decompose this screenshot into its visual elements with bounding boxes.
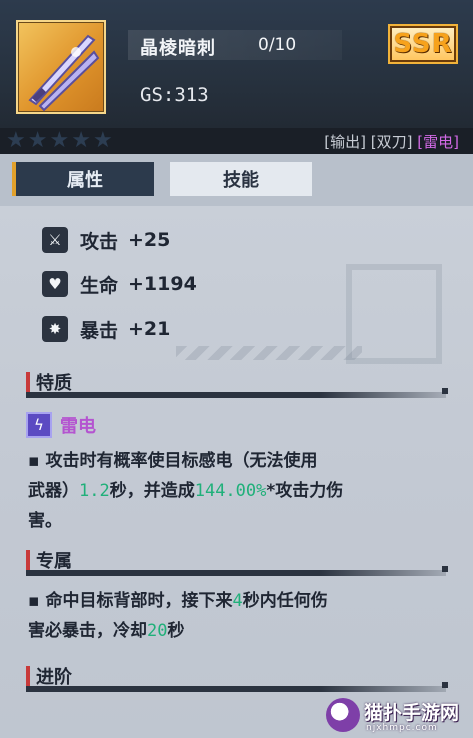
burst-icon: ✸	[42, 316, 68, 342]
desc-text: 攻击时有概率使目标感电（无法使用	[45, 451, 318, 471]
site-name: 猫扑手游网	[364, 702, 460, 724]
tab-bar: 属性 技能	[0, 154, 473, 206]
stat-value: +25	[128, 229, 171, 251]
divider-end-mark	[442, 388, 448, 394]
tag-output: [输出]	[324, 133, 366, 151]
trait-name: 雷电	[60, 416, 96, 437]
trait-name-row: ϟ 雷电	[26, 412, 96, 438]
desc-text: 秒，并造成	[109, 481, 195, 501]
site-url: njxhmpc.com	[366, 723, 438, 733]
divider-end-mark	[442, 682, 448, 688]
desc-line: ▪ 命中目标背部时，接下来4秒内任何伤	[28, 591, 328, 611]
tag-thunder: [雷电]	[417, 133, 459, 151]
section-divider	[26, 566, 448, 576]
stat-value: +1194	[128, 273, 197, 295]
star-icon: ★	[49, 128, 70, 153]
section-traits: 特质	[26, 370, 446, 394]
stat-row-crit: ✸ 暴击 +21	[42, 315, 170, 343]
attributes-panel: ⚔ 攻击 +25 ♥ 生命 +1194 ✸ 暴击 +21 特质 ϟ 雷电 ▪ 攻…	[0, 206, 473, 738]
star-rating: ★ ★ ★ ★ ★	[6, 129, 113, 153]
stat-label: 暴击	[80, 319, 119, 342]
heart-icon: ♥	[42, 271, 68, 297]
section-marker	[26, 550, 30, 570]
desc-line: 武器）1.2秒，并造成144.00%*攻击力伤	[28, 476, 428, 506]
stat-row-attack: ⚔ 攻击 +25	[42, 226, 170, 254]
background-stripes	[176, 346, 362, 360]
section-advance: 进阶	[26, 664, 446, 688]
weapon-level: 0/10	[258, 35, 297, 55]
section-marker	[26, 372, 30, 392]
star-icon: ★	[71, 128, 91, 153]
lightning-icon: ϟ	[26, 412, 52, 438]
site-watermark: 猫扑手游网 njxhmpc.com	[322, 694, 472, 738]
desc-text: 武器）	[28, 481, 79, 501]
star-icon: ★	[92, 128, 113, 153]
star-icon: ★	[6, 128, 26, 153]
trait-description: ▪ 攻击时有概率使目标感电（无法使用 武器）1.2秒，并造成144.00%*攻击…	[28, 446, 428, 536]
stat-label: 生命	[80, 274, 119, 297]
tab-skills[interactable]: 技能	[170, 162, 312, 196]
stat-row-health: ♥ 生命 +1194	[42, 270, 197, 298]
section-divider	[26, 682, 448, 692]
cooldown-value: 20	[147, 621, 168, 641]
section-marker	[26, 666, 30, 686]
desc-text: 秒	[167, 621, 185, 641]
gear-score: GS:313	[140, 84, 209, 106]
weapon-header: 晶棱暗刺 0/10 GS:313 SSR	[0, 0, 473, 128]
desc-text: 命中目标背部时，接下来	[45, 591, 233, 611]
weapon-tags: [输出] [双刀] [雷电]	[324, 131, 459, 152]
tab-attributes[interactable]: 属性	[12, 162, 154, 196]
rarity-label: SSR	[393, 29, 453, 59]
star-tag-strip: ★ ★ ★ ★ ★ [输出] [双刀] [雷电]	[0, 128, 473, 154]
desc-line: 害。	[28, 506, 428, 536]
dual-blade-icon	[28, 34, 100, 112]
weapon-name: 晶棱暗刺	[140, 38, 216, 59]
section-divider	[26, 388, 448, 398]
exclusive-description: ▪ 命中目标背部时，接下来4秒内任何伤 害必暴击，冷却20秒	[28, 586, 428, 646]
desc-text: 秒内任何伤	[242, 591, 328, 611]
stat-value: +21	[128, 318, 171, 340]
desc-line: 害必暴击，冷却20秒	[28, 616, 428, 646]
star-icon: ★	[27, 128, 48, 153]
stat-label: 攻击	[80, 230, 119, 253]
rarity-badge: SSR	[388, 24, 458, 64]
desc-line: ▪ 攻击时有概率使目标感电（无法使用	[28, 451, 318, 471]
seconds-value: 4	[232, 591, 243, 611]
desc-text: *攻击力伤	[266, 481, 344, 501]
desc-text: 害必暴击，冷却	[28, 621, 147, 641]
tag-dual-blades: [双刀]	[370, 133, 413, 151]
desc-text: 害。	[28, 511, 62, 531]
section-exclusive: 专属	[26, 548, 446, 572]
sword-icon: ⚔	[42, 227, 68, 253]
weapon-thumbnail[interactable]	[16, 20, 106, 114]
divider-end-mark	[442, 566, 448, 572]
site-logo-icon	[326, 698, 360, 732]
damage-percent: 144.00%	[194, 481, 267, 501]
duration-value: 1.2	[79, 481, 110, 501]
